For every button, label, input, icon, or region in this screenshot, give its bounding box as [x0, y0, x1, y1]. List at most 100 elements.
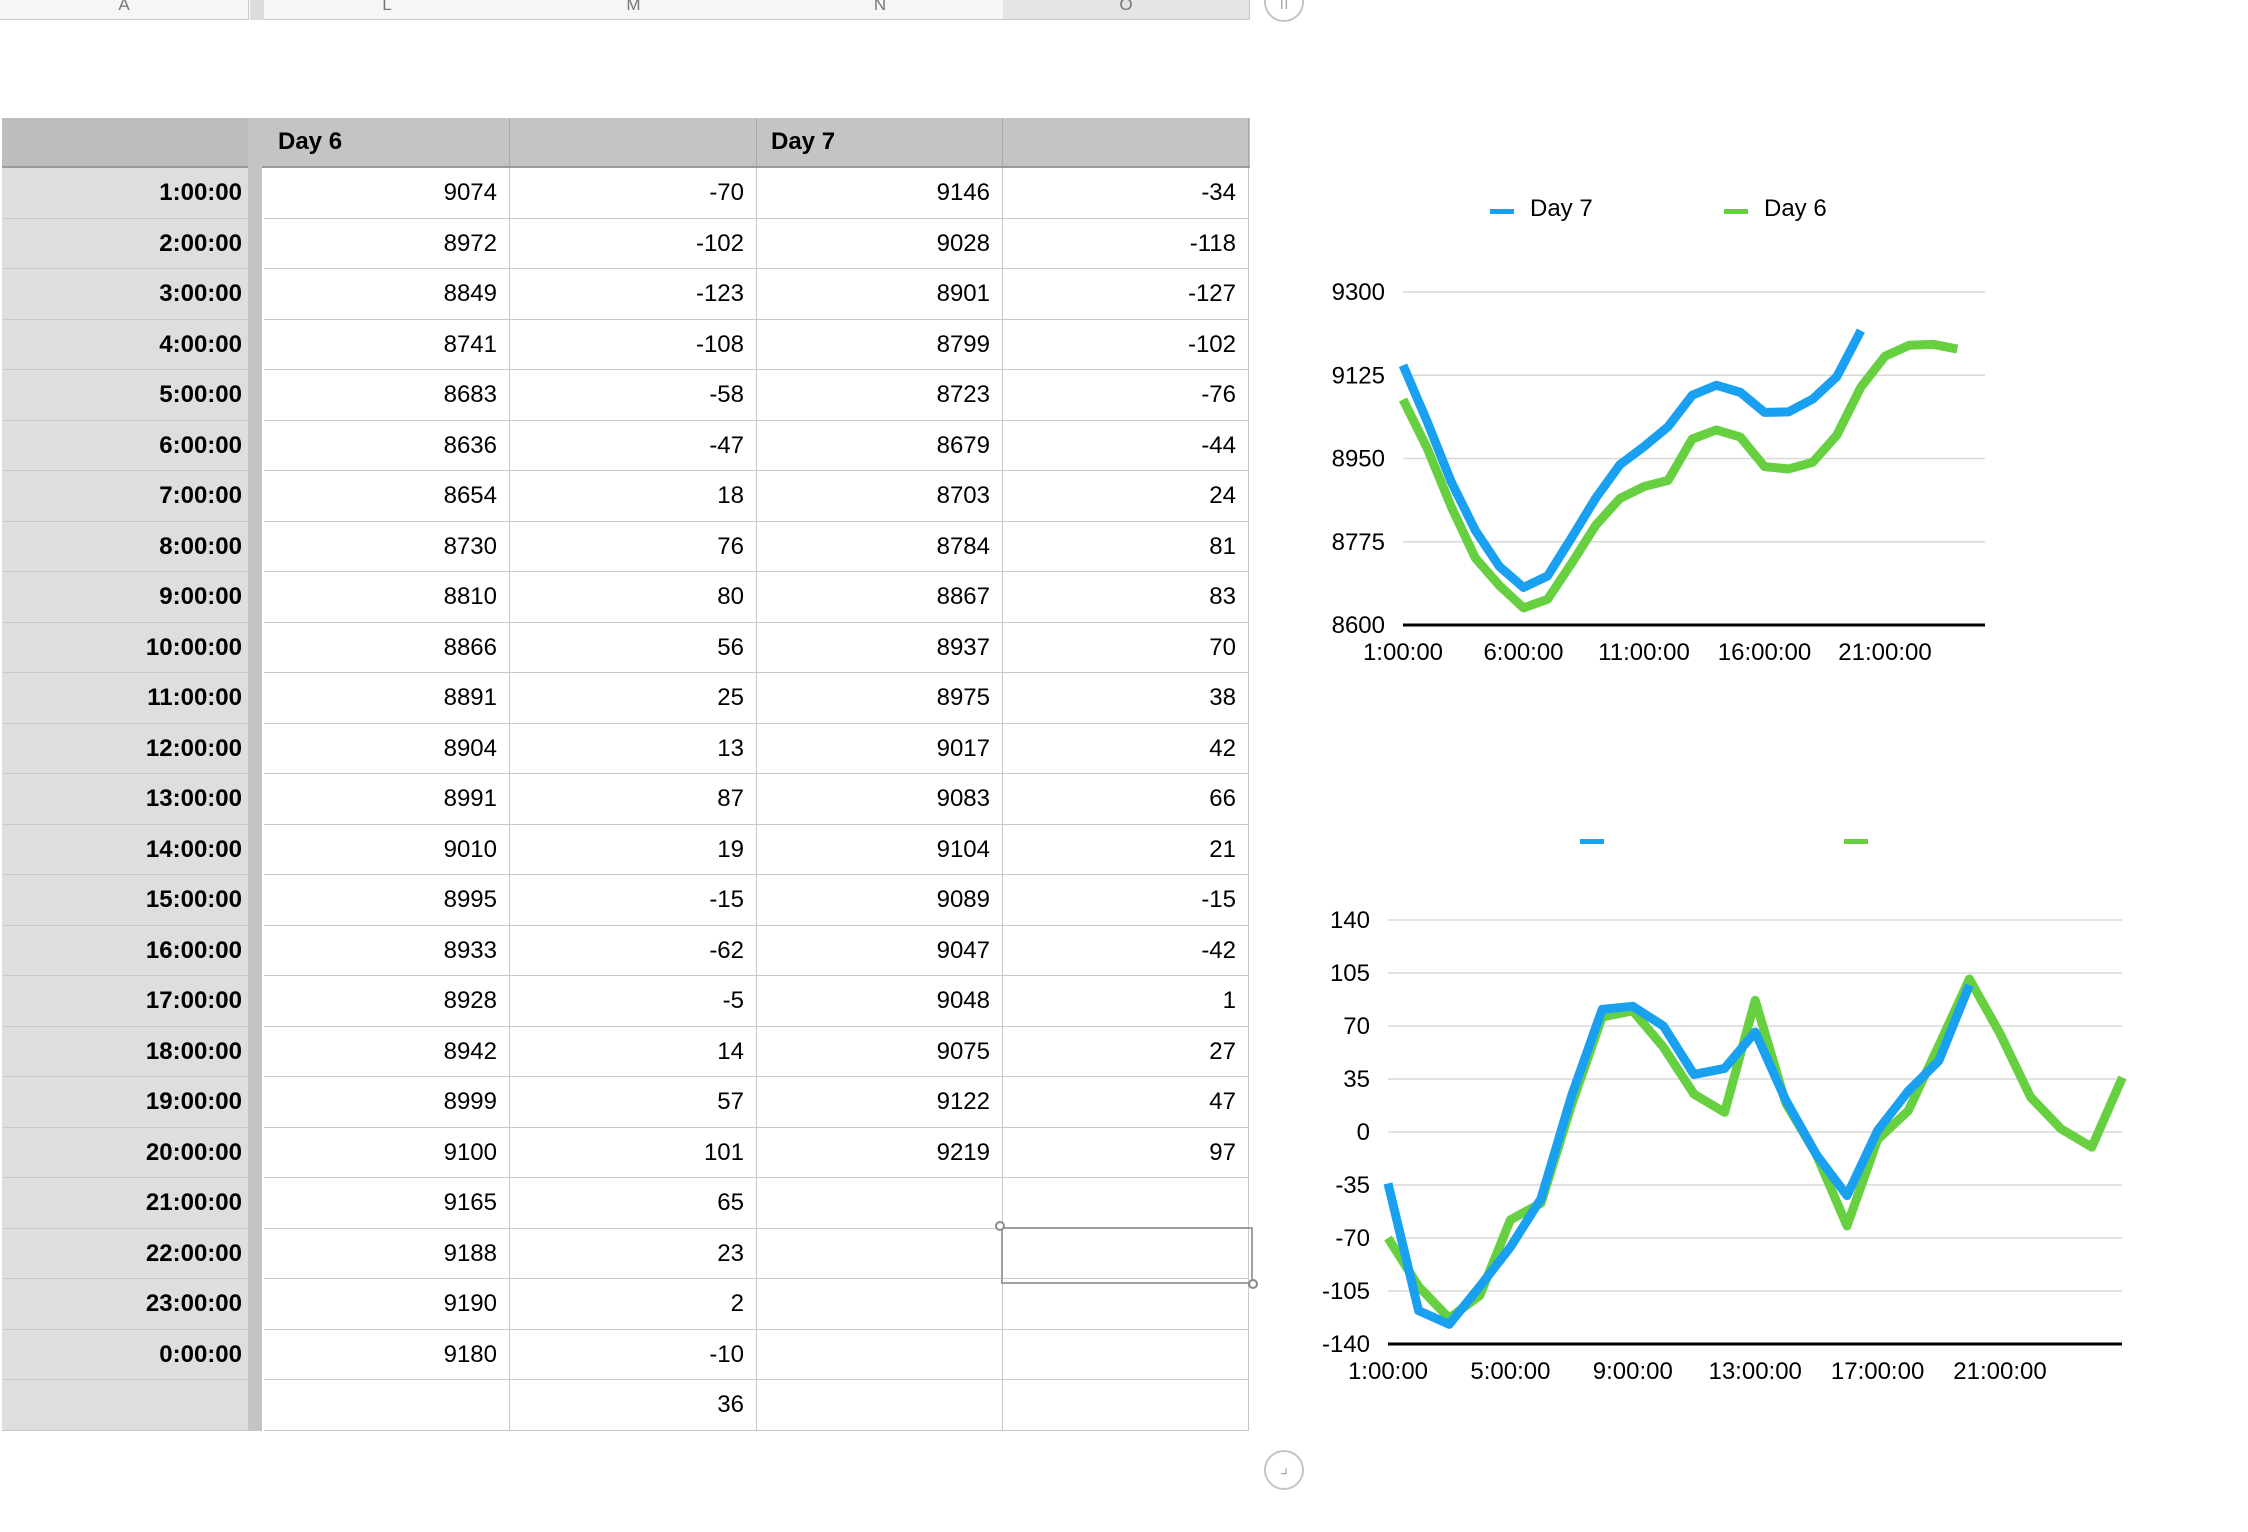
header-cell-day6[interactable]: Day 6 [264, 118, 510, 166]
day7-value-cell[interactable]: 9083 [757, 774, 1003, 825]
row-time-cell[interactable]: 5:00:00 [2, 370, 250, 421]
day7-change-cell[interactable]: 83 [1003, 572, 1249, 623]
day6-change-cell[interactable]: 56 [510, 622, 757, 673]
selected-cell[interactable] [1001, 1227, 1253, 1284]
day6-change-cell[interactable]: -70 [510, 168, 757, 219]
day6-value-cell[interactable]: 9165 [264, 1178, 510, 1229]
row-time-cell[interactable]: 11:00:00 [2, 673, 250, 724]
day7-change-cell[interactable]: -102 [1003, 319, 1249, 370]
day7-change-cell[interactable]: 21 [1003, 824, 1249, 875]
day7-value-cell[interactable]: 9017 [757, 723, 1003, 774]
header-cell-corner[interactable] [2, 118, 250, 166]
day7-value-cell[interactable]: 8867 [757, 572, 1003, 623]
day6-value-cell[interactable]: 8991 [264, 774, 510, 825]
row-time-cell[interactable]: 18:00:00 [2, 1026, 250, 1077]
day7-value-cell[interactable]: 9075 [757, 1026, 1003, 1077]
day7-change-cell[interactable]: -44 [1003, 420, 1249, 471]
column-header-o[interactable]: O [1003, 0, 1250, 20]
day6-change-cell[interactable]: 101 [510, 1127, 757, 1178]
day6-value-cell[interactable]: 9010 [264, 824, 510, 875]
line-chart-levels[interactable]: Day 7 Day 6 9300 9125 8950 8775 8600 1:00:00 6… [1300, 180, 2000, 700]
day7-value-cell[interactable]: 9219 [757, 1127, 1003, 1178]
day7-value-cell[interactable]: 8937 [757, 622, 1003, 673]
row-time-cell[interactable]: 20:00:00 [2, 1127, 250, 1178]
day7-value-cell[interactable]: 9028 [757, 218, 1003, 269]
row-time-cell[interactable]: 19:00:00 [2, 1077, 250, 1128]
day6-value-cell[interactable]: 8999 [264, 1077, 510, 1128]
day6-change-cell[interactable]: -102 [510, 218, 757, 269]
day7-change-cell[interactable]: 47 [1003, 1077, 1249, 1128]
day6-value-cell[interactable]: 8810 [264, 572, 510, 623]
day6-change-cell[interactable]: 19 [510, 824, 757, 875]
series-line-2[interactable] [1398, 339, 1959, 613]
day6-value-cell[interactable]: 8904 [264, 723, 510, 774]
header-cell-blank-1[interactable] [510, 118, 757, 166]
day6-change-cell[interactable]: 80 [510, 572, 757, 623]
header-cell-day7[interactable]: Day 7 [757, 118, 1003, 166]
row-time-cell[interactable]: 13:00:00 [2, 774, 250, 825]
day7-change-cell[interactable]: 97 [1003, 1127, 1249, 1178]
day7-value-cell[interactable]: 8723 [757, 370, 1003, 421]
row-time-cell[interactable]: 15:00:00 [2, 875, 250, 926]
row-time-cell[interactable]: 16:00:00 [2, 925, 250, 976]
row-time-cell[interactable]: 6:00:00 [2, 420, 250, 471]
day6-value-cell[interactable]: 9100 [264, 1127, 510, 1178]
row-time-cell[interactable]: 23:00:00 [2, 1279, 250, 1330]
day7-change-cell[interactable]: 27 [1003, 1026, 1249, 1077]
day7-value-cell[interactable]: 8784 [757, 521, 1003, 572]
day7-value-cell[interactable]: 8703 [757, 471, 1003, 522]
column-header-n[interactable]: N [757, 0, 1004, 20]
row-time-cell[interactable]: 21:00:00 [2, 1178, 250, 1229]
day7-change-cell[interactable]: -118 [1003, 218, 1249, 269]
day7-value-cell[interactable] [757, 1380, 1003, 1431]
header-cell-blank-2[interactable] [1003, 118, 1249, 166]
day7-value-cell[interactable]: 8799 [757, 319, 1003, 370]
row-time-cell[interactable]: 2:00:00 [2, 218, 250, 269]
column-header-m[interactable]: M [510, 0, 758, 20]
day6-change-cell[interactable]: -123 [510, 269, 757, 320]
day6-change-cell[interactable]: -15 [510, 875, 757, 926]
day6-value-cell[interactable]: 8891 [264, 673, 510, 724]
day6-value-cell[interactable]: 9180 [264, 1329, 510, 1380]
day7-change-cell[interactable]: -42 [1003, 925, 1249, 976]
day6-change-cell[interactable]: 65 [510, 1178, 757, 1229]
day7-value-cell[interactable]: 8901 [757, 269, 1003, 320]
day7-value-cell[interactable] [757, 1228, 1003, 1279]
day6-value-cell[interactable]: 8636 [264, 420, 510, 471]
day7-change-cell[interactable]: -15 [1003, 875, 1249, 926]
day6-value-cell[interactable]: 8972 [264, 218, 510, 269]
row-time-cell[interactable]: 12:00:00 [2, 723, 250, 774]
day7-value-cell[interactable]: 9047 [757, 925, 1003, 976]
day6-value-cell[interactable]: 8741 [264, 319, 510, 370]
day7-change-cell[interactable] [1003, 1380, 1249, 1431]
day7-change-cell[interactable] [1003, 1279, 1249, 1330]
day7-change-cell[interactable]: 81 [1003, 521, 1249, 572]
column-header-a[interactable]: A [0, 0, 249, 20]
day6-value-cell[interactable]: 8866 [264, 622, 510, 673]
day7-value-cell[interactable]: 9146 [757, 168, 1003, 219]
day6-change-cell[interactable]: 25 [510, 673, 757, 724]
row-time-cell[interactable]: 22:00:00 [2, 1228, 250, 1279]
day7-value-cell[interactable]: 9048 [757, 976, 1003, 1027]
day6-value-cell[interactable] [264, 1380, 510, 1431]
day6-change-cell[interactable]: 36 [510, 1380, 757, 1431]
day6-value-cell[interactable]: 8730 [264, 521, 510, 572]
day6-change-cell[interactable]: -108 [510, 319, 757, 370]
row-time-cell[interactable]: 10:00:00 [2, 622, 250, 673]
day7-change-cell[interactable]: 24 [1003, 471, 1249, 522]
row-time-cell[interactable]: 8:00:00 [2, 521, 250, 572]
frozen-column-divider[interactable] [250, 0, 264, 20]
day7-value-cell[interactable] [757, 1178, 1003, 1229]
selection-handle-bottom-right[interactable] [1248, 1279, 1258, 1289]
day7-value-cell[interactable]: 9122 [757, 1077, 1003, 1128]
day6-change-cell[interactable]: -62 [510, 925, 757, 976]
day6-change-cell[interactable]: 18 [510, 471, 757, 522]
column-resize-handle[interactable]: || [1264, 0, 1304, 22]
day6-change-cell[interactable]: 57 [510, 1077, 757, 1128]
day6-change-cell[interactable]: -47 [510, 420, 757, 471]
day6-change-cell[interactable]: 13 [510, 723, 757, 774]
day7-value-cell[interactable]: 8679 [757, 420, 1003, 471]
day7-value-cell[interactable] [757, 1329, 1003, 1380]
day7-change-cell[interactable]: 1 [1003, 976, 1249, 1027]
day7-value-cell[interactable]: 9104 [757, 824, 1003, 875]
